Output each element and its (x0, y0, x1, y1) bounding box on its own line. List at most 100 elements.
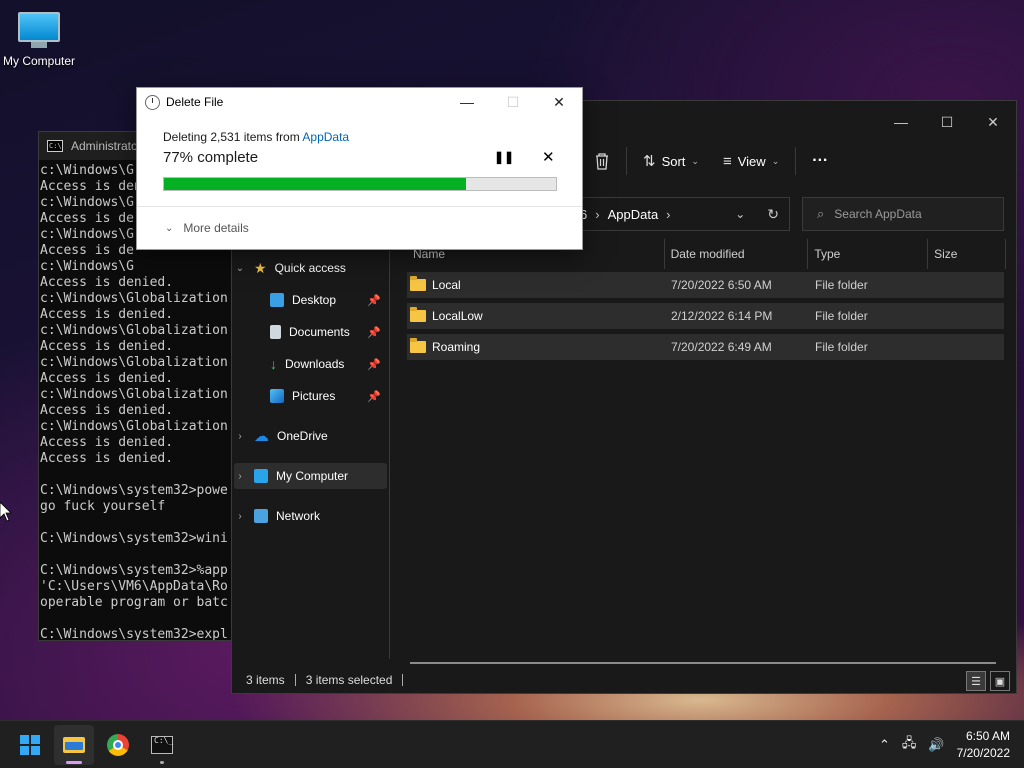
column-date-modified[interactable]: Date modified (665, 239, 809, 269)
nav-label: My Computer (276, 469, 349, 483)
status-bar: 3 items 3 items selected (232, 667, 1016, 693)
nav-item-my-computer[interactable]: › My Computer (234, 463, 387, 489)
details-view-icon[interactable]: ☰ (966, 671, 986, 691)
chevron-down-icon: ⌄ (691, 155, 699, 166)
nav-label: Network (276, 509, 321, 523)
taskbar-command-prompt[interactable]: C:\_ (142, 725, 182, 765)
status-item-count: 3 items (246, 673, 285, 687)
nav-label: Desktop (292, 293, 337, 307)
explorer-window-controls: — ☐ ✕ (878, 107, 1016, 137)
chevron-up-icon[interactable]: ⌃ (879, 738, 890, 753)
maximize-button[interactable]: ☐ (924, 107, 970, 137)
file-list: Local 7/20/2022 6:50 AM File folder Loca… (407, 272, 1004, 365)
breadcrumb-chevron-icon: › (666, 206, 671, 222)
dialog-minimize-button[interactable]: — (444, 88, 490, 116)
nav-item-desktop[interactable]: Desktop 📌 (234, 287, 387, 313)
sort-label: Sort (661, 153, 686, 169)
file-name: Roaming (432, 340, 481, 354)
nav-item-network[interactable]: › Network (234, 503, 387, 529)
column-type[interactable]: Type (808, 239, 929, 269)
file-date: 2/12/2022 6:14 PM (671, 309, 773, 323)
clock-time: 6:50 AM (965, 729, 1010, 743)
more-options-button[interactable]: ··· (800, 145, 840, 177)
table-row[interactable]: Roaming 7/20/2022 6:49 AM File folder (407, 334, 1004, 360)
volume-icon[interactable]: 🔊 (928, 738, 944, 753)
running-indicator (66, 761, 82, 764)
nav-label: Pictures (292, 389, 336, 403)
nav-item-quick-access[interactable]: ⌄ ★ Quick access (234, 255, 387, 281)
address-bar[interactable]: 6 › AppData › ⌄ ↻ (572, 197, 790, 231)
nav-item-documents[interactable]: Documents 📌 (234, 319, 387, 345)
desktop-icon-my-computer[interactable]: My Computer (0, 8, 78, 68)
running-indicator (160, 761, 164, 764)
file-date: 7/20/2022 6:49 AM (671, 340, 772, 354)
chevron-down-icon[interactable]: ⌄ (234, 263, 246, 274)
download-icon: ↓ (270, 356, 277, 372)
horizontal-scrollbar[interactable] (410, 662, 996, 664)
sort-button[interactable]: ⇅ Sort ⌄ (631, 145, 711, 177)
computer-icon-stand (31, 42, 47, 48)
computer-icon (254, 469, 268, 483)
address-history-chevron-icon[interactable]: ⌄ (735, 207, 745, 221)
view-button[interactable]: ≡ View ⌄ (711, 145, 791, 177)
refresh-icon[interactable]: ↻ (753, 206, 789, 223)
cloud-icon: ☁ (254, 428, 269, 445)
start-button[interactable] (10, 725, 50, 765)
search-input[interactable]: Search AppData (834, 207, 921, 221)
view-toggle: ☰ ▣ (966, 671, 1010, 691)
file-type: File folder (815, 278, 868, 292)
delete-file-dialog[interactable]: Delete File — ☐ ✕ Deleting 2,531 items f… (136, 87, 583, 250)
nav-item-pictures[interactable]: Pictures 📌 (234, 383, 387, 409)
status-selected-count: 3 items selected (305, 673, 393, 687)
chevron-right-icon[interactable]: › (234, 471, 246, 482)
delete-button[interactable] (582, 145, 622, 177)
navigation-pane: ⌄ ★ Quick access Desktop 📌 Documents 📌 ↓… (232, 251, 390, 659)
pin-icon: 📌 (367, 326, 381, 339)
dialog-window-controls: — ☐ ✕ (444, 88, 582, 116)
tiles-view-icon[interactable]: ▣ (990, 671, 1010, 691)
status-divider (294, 674, 296, 686)
pin-icon: 📌 (367, 294, 381, 307)
taskbar-chrome[interactable] (98, 725, 138, 765)
dialog-divider (137, 206, 582, 207)
taskbar-file-explorer[interactable] (54, 725, 94, 765)
nav-item-onedrive[interactable]: › ☁ OneDrive (234, 423, 387, 449)
search-box[interactable]: ⌕ Search AppData (802, 197, 1004, 231)
explorer-toolbar: ⇅ Sort ⌄ ≡ View ⌄ ··· (582, 145, 840, 177)
file-name: Local (432, 278, 461, 292)
breadcrumb-current[interactable]: AppData (608, 207, 659, 222)
nav-item-downloads[interactable]: ↓ Downloads 📌 (234, 351, 387, 377)
source-folder-link[interactable]: AppData (302, 130, 349, 144)
folder-icon (410, 307, 426, 322)
progress-bar (163, 177, 557, 191)
chevron-down-icon: ⌄ (165, 222, 174, 234)
chevron-right-icon[interactable]: › (234, 431, 246, 442)
star-icon: ★ (254, 259, 267, 276)
chevron-right-icon[interactable]: › (234, 511, 246, 522)
more-details-label: More details (183, 221, 249, 235)
chrome-icon (107, 734, 129, 756)
clock-icon (145, 94, 160, 110)
toolbar-separator (626, 147, 627, 175)
deleting-status: Deleting 2,531 items from AppData (163, 130, 349, 144)
mouse-cursor-icon (0, 502, 12, 522)
terminal-icon: C:\_ (151, 736, 173, 754)
table-row[interactable]: LocalLow 2/12/2022 6:14 PM File folder (407, 303, 1004, 329)
close-button[interactable]: ✕ (970, 107, 1016, 137)
file-explorer-icon (63, 737, 85, 753)
network-icon (254, 509, 268, 523)
desktop-icon-label: My Computer (2, 54, 76, 68)
cancel-button[interactable]: ✕ (542, 148, 555, 166)
dialog-close-button[interactable]: ✕ (536, 88, 582, 116)
more-details-toggle[interactable]: ⌄ More details (165, 221, 249, 235)
table-row[interactable]: Local 7/20/2022 6:50 AM File folder (407, 272, 1004, 298)
minimize-button[interactable]: — (878, 107, 924, 137)
clock-date: 7/20/2022 (956, 746, 1010, 760)
column-size[interactable]: Size (928, 239, 1006, 269)
file-type: File folder (815, 309, 868, 323)
network-status-icon[interactable]: 🖧 (902, 734, 917, 756)
pause-button[interactable]: ❚❚ (494, 150, 514, 164)
status-divider (402, 674, 404, 686)
pictures-icon (270, 389, 284, 403)
taskbar-clock[interactable]: 6:50 AM 7/20/2022 (957, 728, 1010, 762)
